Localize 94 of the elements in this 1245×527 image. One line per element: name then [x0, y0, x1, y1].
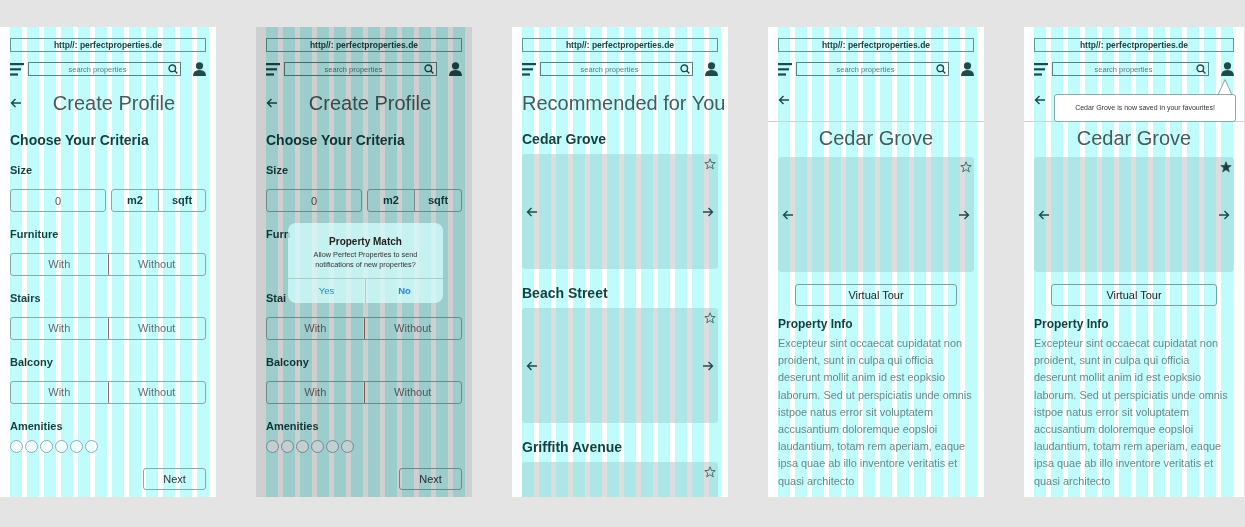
search-icon[interactable]	[680, 64, 690, 74]
virtual-tour-button[interactable]: Virtual Tour	[795, 284, 957, 306]
star-icon[interactable]	[1220, 161, 1232, 173]
section-heading: Choose Your Criteria	[266, 132, 406, 148]
option-button[interactable]: Without	[363, 318, 461, 339]
amenity-checkbox[interactable]	[296, 440, 309, 453]
section-heading: Choose Your Criteria	[10, 132, 150, 148]
option-button[interactable]: Without	[363, 382, 461, 403]
address-bar[interactable]: http//: perfectproperties.de	[778, 38, 974, 52]
option-button[interactable]: Without	[107, 382, 205, 403]
amenity-checkbox[interactable]	[40, 440, 53, 453]
field-label: Stai	[266, 292, 288, 305]
field-label: Amenities	[10, 420, 64, 433]
field-label: Size	[10, 164, 33, 177]
menu-icon[interactable]	[10, 62, 24, 76]
address-bar[interactable]: http//: perfectproperties.de	[10, 38, 206, 52]
amenity-checkbox[interactable]	[25, 440, 38, 453]
option-button[interactable]: Without	[107, 318, 205, 339]
page-title: Recommended for You	[522, 91, 726, 115]
field-label: Balcony	[266, 356, 310, 369]
amenity-checkbox[interactable]	[341, 440, 354, 453]
amenity-checkbox[interactable]	[311, 440, 324, 453]
option-button[interactable]: With	[11, 318, 108, 339]
arrow-right-icon[interactable]	[702, 205, 714, 218]
property-title: Cedar Grove	[817, 126, 935, 150]
property-name[interactable]: Griffith Avenue	[522, 439, 718, 455]
arrow-right-icon[interactable]	[958, 208, 970, 221]
section-heading: Property Info	[1034, 317, 1110, 331]
search-icon[interactable]	[424, 64, 434, 74]
search-icon[interactable]	[168, 64, 178, 74]
user-icon[interactable]	[1221, 62, 1234, 76]
page-title: Create Profile	[51, 91, 177, 115]
arrow-left-icon[interactable]	[526, 359, 538, 372]
star-icon[interactable]	[704, 312, 716, 324]
amenity-checkbox[interactable]	[55, 440, 68, 453]
arrow-left-icon[interactable]	[1038, 208, 1050, 221]
user-icon[interactable]	[961, 62, 974, 76]
menu-icon[interactable]	[522, 62, 536, 76]
field-label: Size	[266, 164, 289, 177]
menu-icon[interactable]	[1034, 62, 1048, 76]
size-input[interactable]: 0	[266, 189, 362, 212]
option-button[interactable]: With	[11, 382, 108, 403]
star-icon[interactable]	[704, 158, 716, 170]
back-arrow-icon[interactable]	[266, 97, 278, 109]
address-bar[interactable]: http//: perfectproperties.de	[1034, 38, 1234, 52]
property-title: Cedar Grove	[1075, 126, 1193, 150]
user-icon[interactable]	[193, 62, 206, 76]
arrow-right-icon[interactable]	[702, 359, 714, 372]
property-description: Excepteur sint occaecat cupidatat non proident, sunt in culpa qui officia deserunt mollit anim id est eopksio laborum. Sed ut perspiciatis unde omnis istpoe natus error sit voluptatem accusantium doloremque eopsloi laudantium, totam rem aperiam, eaque ipsa quae ab illo inventore veritatis et quasi architecto	[1034, 336, 1229, 489]
star-icon[interactable]	[960, 161, 972, 173]
arrow-right-icon[interactable]	[1218, 208, 1230, 221]
star-icon[interactable]	[704, 466, 716, 478]
amenity-checkbox[interactable]	[266, 440, 279, 453]
field-label: Furniture	[10, 228, 60, 241]
option-button[interactable]: With	[267, 318, 364, 339]
unit-button[interactable]: sqft	[414, 190, 461, 211]
page-title: Create Profile	[307, 91, 433, 115]
amenity-checkbox[interactable]	[10, 440, 23, 453]
amenity-checkbox[interactable]	[85, 440, 98, 453]
field-label: Balcony	[10, 356, 54, 369]
address-bar[interactable]: http//: perfectproperties.de	[522, 38, 718, 52]
arrow-left-icon[interactable]	[526, 205, 538, 218]
search-icon[interactable]	[1196, 64, 1206, 74]
dialog-title: Property Match	[328, 236, 403, 248]
amenity-checkbox[interactable]	[70, 440, 83, 453]
user-icon[interactable]	[705, 62, 718, 76]
user-icon[interactable]	[449, 62, 462, 76]
property-name[interactable]: Beach Street	[522, 285, 718, 301]
field-label: Amenities	[266, 420, 320, 433]
option-button[interactable]: Without	[107, 254, 205, 275]
unit-button[interactable]: m2	[368, 190, 414, 211]
menu-icon[interactable]	[778, 62, 792, 76]
unit-button[interactable]: sqft	[158, 190, 205, 211]
search-icon[interactable]	[936, 64, 946, 74]
size-input[interactable]: 0	[10, 189, 106, 212]
property-name[interactable]: Cedar Grove	[522, 131, 718, 147]
unit-button[interactable]: m2	[112, 190, 158, 211]
property-description: Excepteur sint occaecat cupidatat non proident, sunt in culpa qui officia deserunt mollit anim id est eopksio laborum. Sed ut perspiciatis unde omnis istpoe natus error sit voluptatem accusantium doloremque eopsloi laudantium, totam rem aperiam, eaque ipsa quae ab illo inventore veritatis et quasi architecto	[778, 336, 973, 489]
menu-icon[interactable]	[266, 62, 280, 76]
option-button[interactable]: With	[267, 382, 364, 403]
back-arrow-icon[interactable]	[10, 97, 22, 109]
tooltip-pointer-icon	[1217, 79, 1233, 95]
amenity-checkbox[interactable]	[326, 440, 339, 453]
section-heading: Property Info	[778, 317, 854, 331]
address-bar[interactable]: http//: perfectproperties.de	[266, 38, 462, 52]
back-arrow-icon[interactable]	[778, 93, 790, 106]
field-label: Stairs	[10, 292, 42, 305]
arrow-left-icon[interactable]	[782, 208, 794, 221]
next-button[interactable]: Next	[399, 468, 462, 490]
option-button[interactable]: With	[11, 254, 108, 275]
next-button[interactable]: Next	[143, 468, 206, 490]
amenity-checkbox[interactable]	[281, 440, 294, 453]
virtual-tour-button[interactable]: Virtual Tour	[1051, 284, 1217, 306]
back-arrow-icon[interactable]	[1034, 93, 1046, 106]
